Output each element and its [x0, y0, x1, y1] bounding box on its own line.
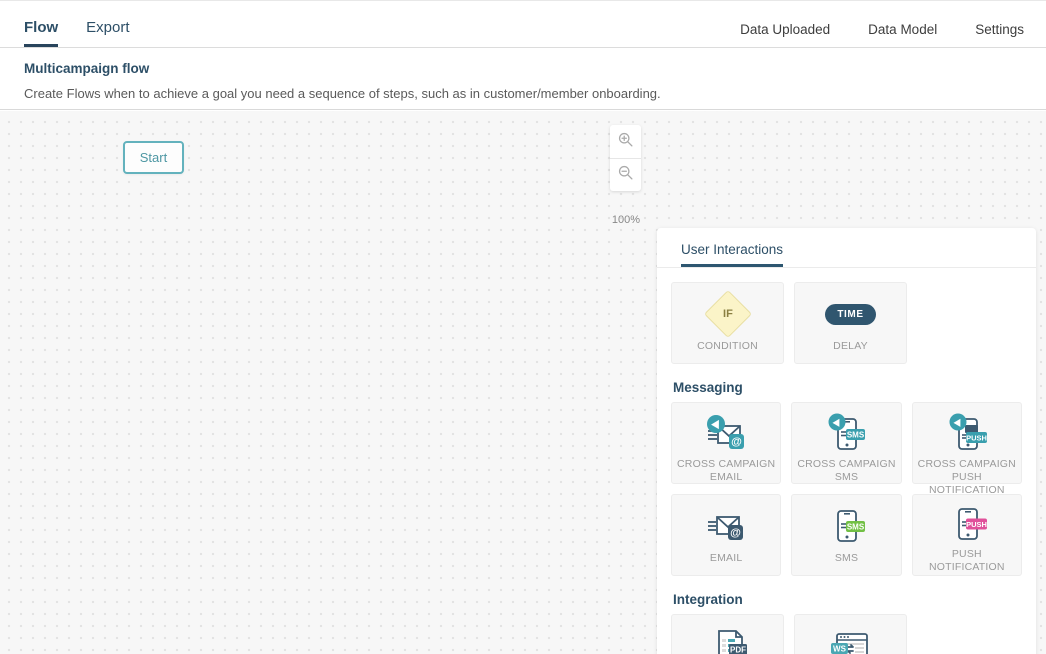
primary-tabs: Flow Export	[24, 1, 158, 47]
svg-text:WS: WS	[833, 644, 847, 653]
svg-text:PDF: PDF	[730, 645, 746, 654]
panel-tab-bar: User Interactions	[657, 228, 1036, 268]
section-title-messaging: Messaging	[673, 380, 743, 395]
cross-campaign-sms-icon: SMS	[823, 413, 869, 453]
tile-label: CONDITION	[697, 340, 758, 352]
tile-email[interactable]: @ EMAIL	[671, 494, 782, 576]
flow-canvas[interactable]: Start 100% User Interactions IF CONDITIO…	[0, 111, 1046, 654]
tile-label: CROSS CAMPAIGN PUSH NOTIFICATION	[917, 458, 1016, 497]
tile-condition[interactable]: IF CONDITION	[671, 282, 784, 364]
page-header: Multicampaign flow Create Flows when to …	[0, 48, 1046, 110]
svg-text:PUSH: PUSH	[966, 520, 987, 529]
tile-label: CROSS CAMPAIGN EMAIL	[677, 458, 776, 484]
tile-label: PUSH NOTIFICATION	[928, 548, 1005, 574]
cross-campaign-email-icon: @	[703, 413, 749, 453]
zoom-out-button[interactable]	[610, 158, 641, 191]
svg-text:SMS: SMS	[847, 523, 865, 532]
tile-label: SMS	[834, 552, 859, 564]
flow-node-start-label: Start	[139, 150, 168, 165]
tile-push-notification[interactable]: PUSH PUSH NOTIFICATION	[911, 494, 1022, 576]
export-pdf-icon: PDF	[705, 625, 751, 654]
svg-text:PUSH: PUSH	[966, 433, 987, 442]
condition-badge-label: IF	[722, 308, 733, 320]
magnifier-minus-icon	[617, 164, 634, 186]
magnifier-plus-icon	[617, 131, 634, 153]
tile-row-integration: PDF EXPORT PDF	[671, 614, 1022, 654]
sms-icon: SMS	[823, 505, 869, 547]
webservice-icon: WS	[827, 625, 875, 654]
nav-item-settings[interactable]: Settings	[975, 22, 1024, 37]
tile-row-core: IF CONDITION TIME DELAY	[671, 282, 1022, 364]
tile-row-cross-campaign: @ CROSS CAMPAIGN EMAIL SMS CROSS CAMPAIG…	[671, 402, 1022, 496]
nav-item-data-uploaded[interactable]: Data Uploaded	[740, 22, 830, 37]
tab-user-interactions[interactable]: User Interactions	[681, 242, 784, 267]
tile-cross-campaign-push[interactable]: PUSH CROSS CAMPAIGN PUSH NOTIFICATION	[911, 402, 1022, 496]
zoom-level-label: 100%	[611, 214, 641, 226]
top-navigation-bar: Flow Export Data Uploaded Data Model Set…	[0, 0, 1046, 48]
cross-campaign-push-icon: PUSH	[944, 413, 990, 453]
tile-label: CROSS CAMPAIGN SMS	[797, 458, 896, 484]
zoom-in-button[interactable]	[610, 125, 641, 158]
section-title-integration: Integration	[673, 592, 743, 607]
condition-diamond-icon: IF	[703, 289, 752, 339]
tile-export-pdf[interactable]: PDF EXPORT PDF	[671, 614, 784, 654]
nav-item-data-model[interactable]: Data Model	[868, 22, 937, 37]
tile-row-messaging: @ EMAIL SMS SMS PUSH PUSH NOTIFICATION	[671, 494, 1022, 576]
page-description: Create Flows when to achieve a goal you …	[24, 85, 661, 101]
tile-cross-campaign-email[interactable]: @ CROSS CAMPAIGN EMAIL	[671, 402, 782, 484]
tile-sms[interactable]: SMS SMS	[791, 494, 902, 576]
tab-flow[interactable]: Flow	[24, 20, 59, 47]
zoom-controls	[610, 125, 641, 191]
push-notification-icon: PUSH	[944, 505, 990, 543]
tab-export[interactable]: Export	[86, 20, 129, 47]
tile-label: EMAIL	[709, 552, 743, 564]
tile-webservice[interactable]: WS WEBSERVICE	[794, 614, 907, 654]
user-interactions-panel: User Interactions IF CONDITION TIME DELA…	[657, 228, 1036, 654]
delay-badge-label: TIME	[825, 303, 876, 325]
page-title: Multicampaign flow	[24, 61, 150, 76]
secondary-navigation: Data Uploaded Data Model Settings	[702, 22, 1024, 48]
tile-label: DELAY	[833, 340, 868, 352]
tile-cross-campaign-sms[interactable]: SMS CROSS CAMPAIGN SMS	[791, 402, 902, 484]
svg-text:@: @	[730, 527, 741, 539]
panel-body: IF CONDITION TIME DELAY Messaging @ CROS…	[657, 268, 1036, 654]
delay-time-icon: TIME	[825, 293, 876, 335]
tile-delay[interactable]: TIME DELAY	[794, 282, 907, 364]
svg-text:@: @	[731, 436, 742, 448]
flow-node-start[interactable]: Start	[123, 141, 184, 174]
svg-text:SMS: SMS	[847, 431, 865, 440]
email-icon: @	[703, 505, 749, 547]
